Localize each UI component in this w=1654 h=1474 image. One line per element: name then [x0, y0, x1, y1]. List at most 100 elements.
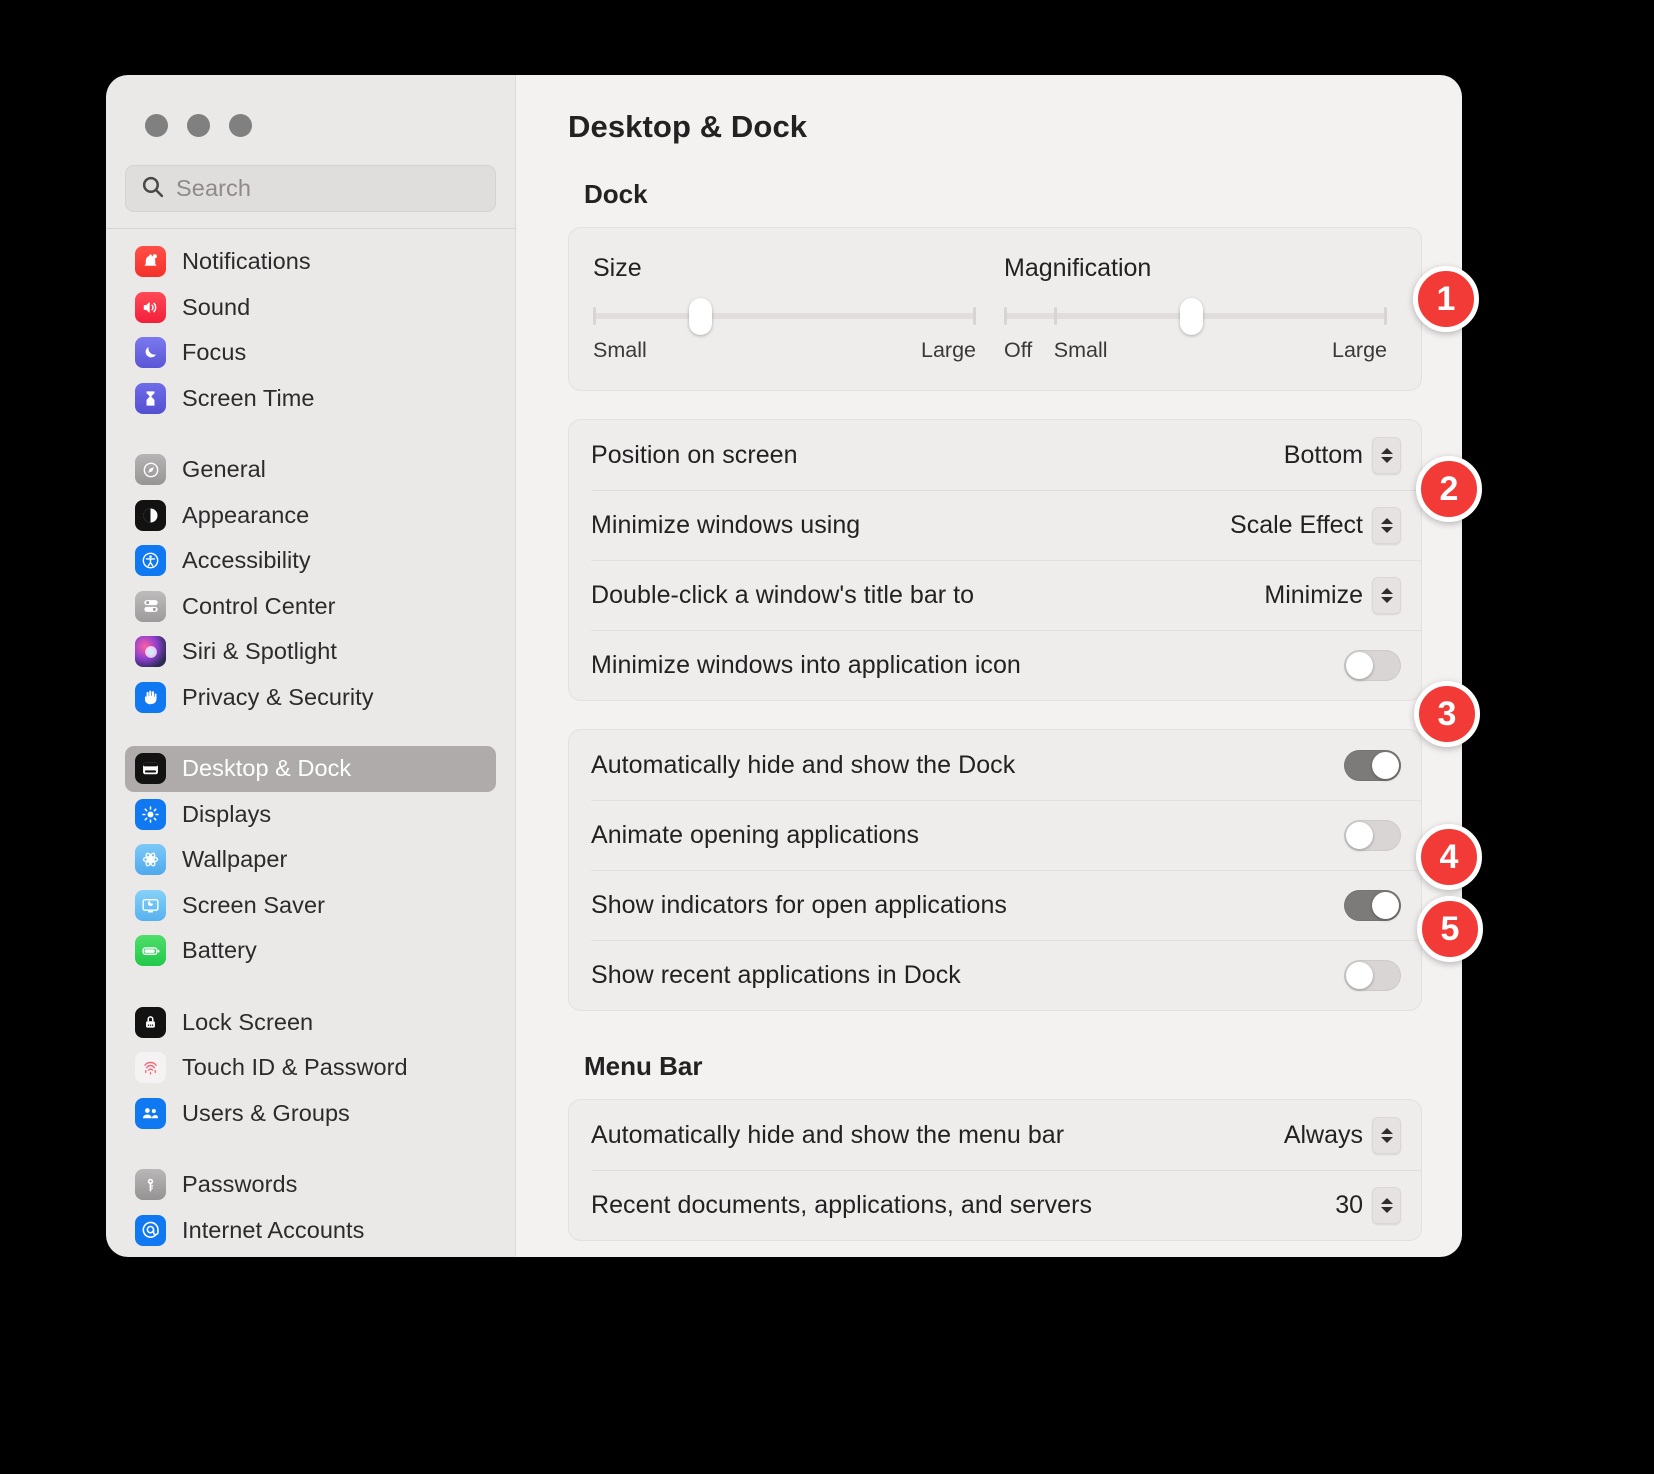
sidebar-item-general[interactable]: General: [125, 447, 496, 493]
magnification-slider-min-label: Small: [1053, 338, 1108, 362]
animate-opening-applications-toggle[interactable]: [1344, 819, 1401, 851]
displays-icon: [135, 798, 166, 830]
sidebar-item-lock-screen[interactable]: Lock Screen: [125, 1000, 496, 1046]
sidebar-item-internet-accounts[interactable]: Internet Accounts: [125, 1208, 496, 1254]
window-controls: [106, 75, 515, 137]
search-input[interactable]: Search: [176, 175, 251, 202]
sidebar-item-label: Siri & Spotlight: [182, 638, 337, 665]
magnification-slider-max-label: Large: [1332, 338, 1387, 362]
size-slider-thumb[interactable]: [688, 298, 712, 335]
sound-icon: [135, 291, 166, 323]
sidebar-item-users-groups[interactable]: Users & Groups: [125, 1091, 496, 1137]
general-icon: [135, 454, 166, 486]
row-value: 30: [1335, 1190, 1363, 1219]
double-click-title-bar-popup[interactable]: Minimize: [1264, 576, 1401, 614]
size-slider-scale: Small Large: [593, 338, 976, 368]
row-value: Bottom: [1283, 440, 1363, 469]
sidebar-item-label: Internet Accounts: [182, 1216, 365, 1243]
position-on-screen-popup[interactable]: Bottom: [1283, 436, 1401, 474]
row-label: Minimize windows using: [591, 510, 861, 539]
row-label: Recent documents, applications, and serv…: [591, 1190, 1093, 1219]
users-groups-icon: [135, 1097, 166, 1129]
row-label: Automatically hide and show the Dock: [591, 750, 1016, 779]
size-slider[interactable]: [593, 298, 976, 335]
lock-screen-icon: [135, 1006, 166, 1038]
chevron-updown-icon[interactable]: [1372, 576, 1401, 614]
chevron-updown-icon[interactable]: [1372, 1116, 1401, 1154]
accessibility-icon: [135, 545, 166, 577]
zoom-button[interactable]: [229, 114, 252, 137]
sidebar-item-wallpaper[interactable]: Wallpaper: [125, 837, 496, 883]
auto-hide-menu-bar-popup[interactable]: Always: [1284, 1116, 1401, 1154]
chevron-updown-icon[interactable]: [1372, 506, 1401, 544]
row-label: Show recent applications in Dock: [591, 960, 961, 989]
notifications-icon: [135, 246, 166, 278]
dock-sliders-card: Size Small Large Magnification Off Small…: [568, 227, 1422, 391]
page-title: Desktop & Dock: [568, 109, 808, 144]
chevron-updown-icon[interactable]: [1372, 1186, 1401, 1224]
menu-bar-section-heading: Menu Bar: [584, 1051, 703, 1081]
sidebar-item-battery[interactable]: Battery: [125, 928, 496, 974]
sidebar-item-sound[interactable]: Sound: [125, 285, 496, 331]
size-slider-min-label: Small: [593, 338, 647, 362]
sidebar-item-touch-id-password[interactable]: Touch ID & Password: [125, 1045, 496, 1091]
toggle-knob: [1372, 891, 1399, 919]
sidebar-item-passwords[interactable]: Passwords: [125, 1162, 496, 1208]
row-auto-hide-menu-bar: Automatically hide and show the menu bar…: [569, 1100, 1421, 1170]
annotation-badge-1: 1: [1413, 266, 1479, 332]
toggle-knob: [1372, 751, 1399, 779]
minimize-button[interactable]: [187, 114, 210, 137]
magnification-slider-tick-large: [1384, 307, 1387, 325]
annotation-badge-3: 3: [1414, 681, 1480, 747]
recent-documents-count-popup[interactable]: 30: [1335, 1186, 1401, 1224]
row-double-click-title-bar: Double-click a window's title bar to Min…: [569, 560, 1421, 630]
search-icon: [140, 174, 165, 204]
sidebar-item-label: Battery: [182, 937, 257, 964]
sidebar-nav: Notifications Sound Focus Screen Time Ge…: [106, 229, 515, 1257]
control-center-icon: [135, 590, 166, 622]
row-value: Scale Effect: [1230, 510, 1363, 539]
size-slider-label: Size: [593, 254, 642, 282]
dock-behavior-card: Automatically hide and show the Dock Ani…: [568, 729, 1422, 1011]
row-label: Animate opening applications: [591, 820, 920, 849]
row-minimize-windows-using: Minimize windows using Scale Effect: [569, 490, 1421, 560]
sidebar-item-label: Lock Screen: [182, 1008, 314, 1035]
row-recent-documents-count: Recent documents, applications, and serv…: [569, 1170, 1421, 1240]
dock-options-card: Position on screen Bottom Minimize windo…: [568, 419, 1422, 701]
sidebar-item-notifications[interactable]: Notifications: [125, 239, 496, 285]
sidebar-item-label: Appearance: [182, 501, 310, 528]
sidebar-item-label: Notifications: [182, 248, 311, 275]
content-pane: Desktop & Dock Dock Size Small Large Mag…: [516, 75, 1462, 1257]
chevron-updown-icon[interactable]: [1372, 436, 1401, 474]
sidebar-item-accessibility[interactable]: Accessibility: [125, 538, 496, 584]
row-label: Minimize windows into application icon: [591, 650, 1021, 679]
minimize-into-app-icon-toggle[interactable]: [1344, 649, 1401, 681]
internet-accounts-icon: [135, 1214, 166, 1246]
sidebar-item-displays[interactable]: Displays: [125, 792, 496, 838]
show-recent-apps-toggle[interactable]: [1344, 959, 1401, 991]
search-field[interactable]: Search: [125, 165, 496, 212]
sidebar-item-appearance[interactable]: Appearance: [125, 493, 496, 539]
row-label: Show indicators for open applications: [591, 890, 1007, 919]
sidebar-item-siri-spotlight[interactable]: Siri & Spotlight: [125, 629, 496, 675]
magnification-slider-thumb[interactable]: [1180, 298, 1204, 335]
sidebar-item-focus[interactable]: Focus: [125, 330, 496, 376]
magnification-slider[interactable]: [1004, 298, 1387, 335]
minimize-windows-using-popup[interactable]: Scale Effect: [1230, 506, 1401, 544]
sidebar-item-label: Wallpaper: [182, 846, 288, 873]
show-indicators-toggle[interactable]: [1344, 889, 1401, 921]
sidebar-item-desktop-dock[interactable]: Desktop & Dock: [125, 746, 496, 792]
sidebar-item-screen-saver[interactable]: Screen Saver: [125, 883, 496, 929]
sidebar-item-screen-time[interactable]: Screen Time: [125, 376, 496, 422]
row-label: Automatically hide and show the menu bar: [591, 1120, 1065, 1149]
touch-id-icon: [135, 1052, 166, 1084]
sidebar-item-label: Displays: [182, 800, 272, 827]
sidebar-item-privacy-security[interactable]: Privacy & Security: [125, 675, 496, 721]
sidebar-item-control-center[interactable]: Control Center: [125, 584, 496, 630]
automatically-hide-dock-toggle[interactable]: [1344, 749, 1401, 781]
row-label: Double-click a window's title bar to: [591, 580, 975, 609]
close-button[interactable]: [145, 114, 168, 137]
